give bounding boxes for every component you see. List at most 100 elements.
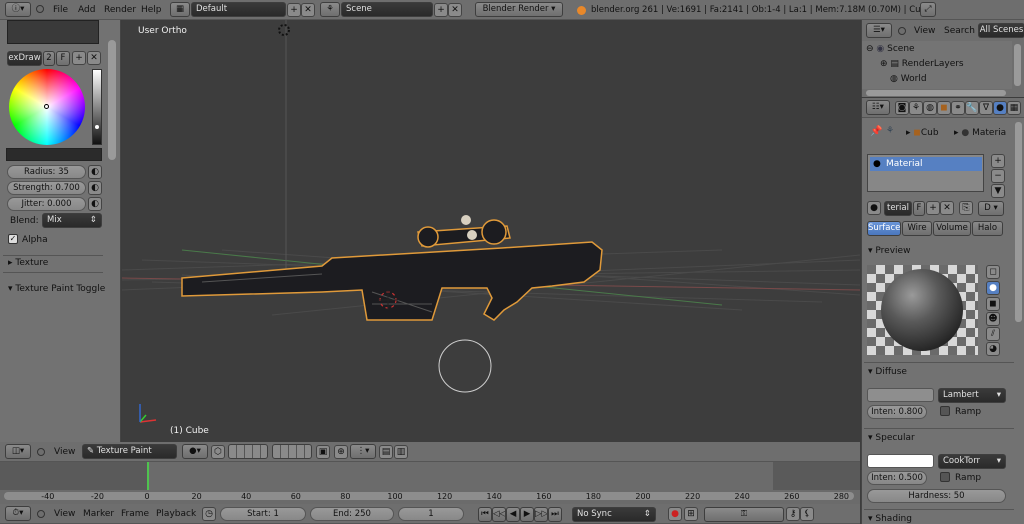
- current-frame-line[interactable]: [147, 462, 149, 490]
- tab-modifiers-icon[interactable]: 🔧: [965, 101, 979, 115]
- pin-icon[interactable]: 📌: [870, 126, 882, 137]
- radius-pressure-icon[interactable]: ◐: [88, 165, 102, 179]
- fullscreen-icon[interactable]: ⤢: [920, 2, 936, 17]
- tab-world-icon[interactable]: ◍: [923, 101, 937, 115]
- remove-layout-icon[interactable]: ✕: [301, 3, 315, 17]
- view3d-collapse-icon[interactable]: [37, 448, 45, 456]
- remove-slot-icon[interactable]: −: [991, 169, 1005, 183]
- render-anim-icon[interactable]: ▥: [394, 445, 408, 459]
- material-unlink-icon[interactable]: ✕: [940, 201, 954, 215]
- preview-flat-icon[interactable]: ◻: [986, 265, 1000, 279]
- mode-select[interactable]: ✎ Texture Paint: [82, 444, 177, 459]
- brush-color-swatch[interactable]: [6, 148, 102, 161]
- play-reverse-button[interactable]: ◀: [506, 507, 520, 522]
- view3d-view-menu[interactable]: View: [54, 447, 75, 457]
- timeline-editor-type[interactable]: ⏱▾: [5, 506, 31, 521]
- alpha-checkbox[interactable]: ✓: [8, 234, 18, 244]
- texture-paint-mask-icon[interactable]: ⬡: [211, 445, 225, 459]
- tab-surface[interactable]: Surface: [867, 221, 901, 236]
- jitter-pressure-icon[interactable]: ◐: [88, 197, 102, 211]
- current-frame-field[interactable]: 1: [398, 507, 464, 521]
- add-slot-icon[interactable]: +: [991, 154, 1005, 168]
- remove-brush-icon[interactable]: ✕: [87, 51, 101, 65]
- add-layout-icon[interactable]: +: [287, 3, 301, 17]
- color-cursor[interactable]: [44, 104, 49, 109]
- outliner-editor-type[interactable]: ☰▾: [866, 23, 892, 38]
- tab-object-icon[interactable]: ◼: [937, 101, 951, 115]
- lock-layers-icon[interactable]: ▣: [316, 445, 330, 459]
- material-browse-icon[interactable]: ●: [867, 201, 881, 215]
- specular-intensity-field[interactable]: Inten: 0.500: [867, 471, 927, 485]
- snap-target-select[interactable]: ⋮▾: [350, 444, 376, 459]
- brush-users-button[interactable]: 2: [43, 51, 55, 66]
- viewport-3d[interactable]: User Ortho (1) Cube: [122, 20, 860, 442]
- start-frame-field[interactable]: Start: 1: [220, 507, 306, 521]
- tree-renderlayers[interactable]: ⊕ ▤ RenderLayers: [880, 59, 964, 69]
- diffuse-color-swatch[interactable]: [867, 388, 934, 402]
- timeline-menu-frame[interactable]: Frame: [121, 509, 149, 519]
- specular-ramp-checkbox[interactable]: [940, 472, 950, 482]
- timeline-menu-playback[interactable]: Playback: [156, 509, 196, 519]
- scene-icon[interactable]: ⚘: [320, 2, 340, 17]
- next-keyframe-button[interactable]: ▷▷: [534, 507, 548, 522]
- diffuse-panel-header[interactable]: ▾ Diffuse: [868, 367, 907, 377]
- preview-hair-icon[interactable]: ⫽: [986, 327, 1000, 341]
- timeline-collapse-icon[interactable]: [37, 510, 45, 518]
- collapse-menu-icon[interactable]: [36, 5, 44, 13]
- tab-texture-icon[interactable]: ▦: [1007, 101, 1021, 115]
- render-engine-select[interactable]: Blender Render ▾: [475, 2, 563, 17]
- radius-field[interactable]: Radius: 35: [7, 165, 86, 179]
- preview-monkey-icon[interactable]: ☻: [986, 312, 1000, 326]
- play-button[interactable]: ▶: [520, 507, 534, 522]
- timeline-menu-view[interactable]: View: [54, 509, 75, 519]
- outliner-collapse-icon[interactable]: [898, 27, 906, 35]
- record-icon[interactable]: ●: [668, 507, 682, 521]
- end-frame-field[interactable]: End: 250: [310, 507, 394, 521]
- texture-panel-header[interactable]: ▸ Texture: [8, 258, 48, 268]
- material-copy-icon[interactable]: ⎘: [959, 201, 973, 215]
- outliner-display-select[interactable]: All Scenes: [978, 23, 1024, 38]
- material-slot-selected[interactable]: ● Material: [870, 157, 982, 171]
- jitter-field[interactable]: Jitter: 0.000: [7, 197, 86, 211]
- tab-scene-icon[interactable]: ⚘: [909, 101, 923, 115]
- tree-scene[interactable]: ⊖ ◉ Scene: [866, 44, 915, 54]
- outliner-search-menu[interactable]: Search: [944, 26, 975, 36]
- add-brush-icon[interactable]: +: [72, 51, 86, 65]
- view3d-editor-type[interactable]: ◫▾: [5, 444, 31, 459]
- tool-shelf-scrollbar[interactable]: [108, 40, 116, 160]
- diffuse-intensity-field[interactable]: Inten: 0.800: [867, 405, 927, 419]
- outliner-scrollbar[interactable]: [866, 90, 1006, 96]
- material-link-select[interactable]: D ▾: [978, 201, 1004, 216]
- strength-field[interactable]: Strength: 0.700: [7, 181, 86, 195]
- layer-buttons-2[interactable]: [272, 444, 312, 459]
- strength-pressure-icon[interactable]: ◐: [88, 181, 102, 195]
- menu-render[interactable]: Render: [104, 5, 136, 15]
- outliner-view-menu[interactable]: View: [914, 26, 935, 36]
- preview-sky-icon[interactable]: ◕: [986, 342, 1000, 356]
- timeline-scrollbar[interactable]: [4, 492, 854, 500]
- scene-select[interactable]: Scene: [341, 2, 433, 17]
- sync-select[interactable]: No Sync ⇕: [572, 507, 656, 522]
- brush-name-field[interactable]: exDraw: [7, 51, 42, 66]
- material-name-field[interactable]: terial: [884, 201, 912, 216]
- shading-panel-header[interactable]: ▾ Shading: [868, 514, 912, 524]
- shading-select[interactable]: ●▾: [182, 444, 208, 459]
- material-slot-list[interactable]: ● Material: [867, 154, 984, 192]
- render-icon[interactable]: ▤: [379, 445, 393, 459]
- texture-paint-toggle-header[interactable]: ▾ Texture Paint Toggle: [8, 284, 105, 294]
- keying-set-icon[interactable]: ⊞: [684, 507, 698, 521]
- prev-keyframe-button[interactable]: ◁◁: [492, 507, 506, 522]
- hardness-field[interactable]: Hardness: 50: [867, 489, 1006, 503]
- slot-menu-icon[interactable]: ▼: [991, 184, 1005, 198]
- jump-start-button[interactable]: ⏮: [478, 507, 492, 522]
- specular-shader-select[interactable]: CookTorr ▾: [938, 454, 1006, 469]
- delete-keyframe-icon[interactable]: ⚸: [800, 507, 814, 521]
- remove-scene-icon[interactable]: ✕: [448, 3, 462, 17]
- insert-keyframe-icon[interactable]: ⚷: [786, 507, 800, 521]
- tab-render-icon[interactable]: ◙: [895, 101, 909, 115]
- tree-world[interactable]: ◍ World: [890, 74, 927, 84]
- layout-icon[interactable]: ▦: [170, 2, 190, 17]
- menu-add[interactable]: Add: [78, 5, 95, 15]
- layer-buttons-1[interactable]: [228, 444, 268, 459]
- preview-panel-header[interactable]: ▾ Preview: [868, 246, 910, 256]
